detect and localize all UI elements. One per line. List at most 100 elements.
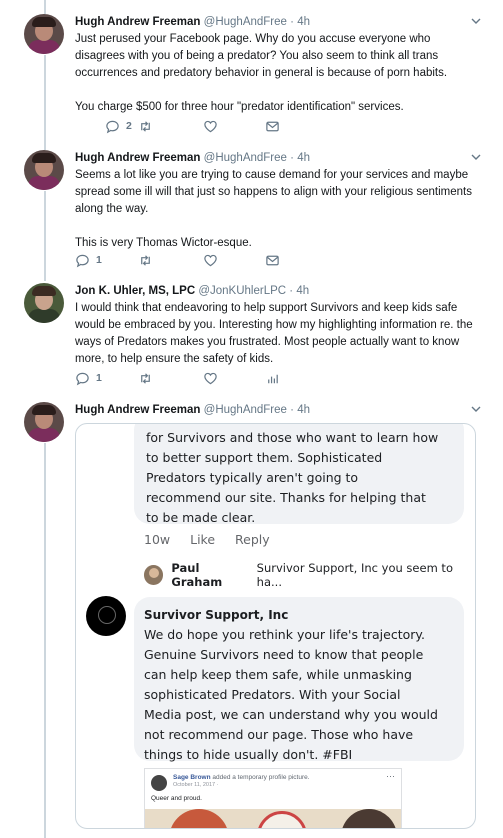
tweet-header: Jon K. Uhler, MS, LPC @JonKUhlerLPC · 4h — [75, 283, 483, 299]
author-name[interactable]: Hugh Andrew Freeman — [75, 404, 200, 416]
page-avatar — [86, 596, 126, 636]
retweet-button[interactable] — [138, 251, 153, 269]
like-icon — [204, 120, 217, 132]
comment-bubble: Survivor Support, Inc We do hope you ret… — [134, 597, 464, 762]
caret-down-icon[interactable] — [469, 402, 483, 416]
avatar — [144, 565, 164, 585]
thread-line — [44, 55, 46, 150]
reply-button[interactable]: 2 — [105, 117, 132, 135]
post-header: Sage Brown added a temporary profile pic… — [173, 773, 310, 782]
reply-icon — [76, 372, 89, 385]
reply-preview: Paul Graham Survivor Support, Inc you se… — [144, 561, 475, 589]
retweet-icon — [141, 254, 150, 266]
post-action: added a temporary profile picture. — [212, 774, 310, 781]
caret-down-icon[interactable] — [469, 150, 483, 164]
like-icon — [204, 254, 217, 266]
analytics-button[interactable] — [265, 369, 280, 387]
reply-count: 1 — [96, 372, 102, 384]
tweet-paragraph: You charge $500 for three hour "predator… — [75, 101, 404, 113]
like-button[interactable] — [203, 251, 218, 269]
tweet-paragraph: Seems a lot like you are trying to cause… — [75, 169, 472, 215]
comment-line: Predators typically aren't going to — [146, 470, 359, 485]
shared-post: Sage Brown added a temporary profile pic… — [144, 768, 402, 828]
retweet-icon — [141, 120, 150, 132]
comment-line: can help keep them safe, while unmasking — [144, 667, 412, 682]
embedded-image[interactable]: for Survivors and those who want to lear… — [75, 423, 476, 829]
tweet-text: Seems a lot like you are trying to cause… — [75, 167, 483, 252]
separator: · — [289, 285, 294, 297]
separator: · — [290, 404, 294, 416]
tweet-paragraph: Just perused your Facebook page. Why do … — [75, 33, 448, 79]
caret-down-icon[interactable] — [469, 14, 483, 28]
comment-line: Media post, we can understand why you wo… — [144, 707, 438, 722]
tweet-actions: 1 — [75, 369, 305, 387]
analytics-icon — [268, 374, 278, 383]
separator: · — [290, 16, 294, 28]
comment-line: not recommend our page. Those who have — [144, 727, 414, 742]
reply-icon — [76, 254, 89, 267]
reply-count: 2 — [126, 120, 132, 132]
reply-icon — [106, 120, 119, 133]
author-name[interactable]: Jon K. Uhler, MS, LPC — [75, 285, 195, 297]
author-handle[interactable]: @HughAndFree — [204, 16, 287, 28]
post-author: Sage Brown — [173, 774, 211, 781]
tweet-text: Just perused your Facebook page. Why do … — [75, 31, 483, 116]
retweet-button[interactable] — [138, 369, 153, 387]
page-name: Survivor Support, Inc — [144, 608, 289, 622]
tweet-actions: 1 — [75, 251, 305, 269]
tweet-header: Hugh Andrew Freeman @HughAndFree · 4h — [75, 14, 483, 30]
author-name[interactable]: Hugh Andrew Freeman — [75, 16, 200, 28]
tweet-actions: 2 — [75, 117, 305, 135]
avatar[interactable] — [24, 14, 64, 54]
comment-line: Genuine Survivors need to know that peop… — [144, 647, 424, 662]
avatar[interactable] — [24, 402, 64, 442]
retweet-icon — [141, 372, 150, 384]
comment-line: to be made clear. — [146, 510, 256, 525]
author-handle[interactable]: @JonKUhlerLPC — [198, 285, 286, 297]
tweet-header: Hugh Andrew Freeman @HughAndFree · 4h — [75, 150, 483, 166]
reply-author: Paul Graham — [171, 561, 223, 589]
tweet-paragraph: I would think that endeavoring to help s… — [75, 302, 473, 365]
author-name[interactable]: Hugh Andrew Freeman — [75, 152, 200, 164]
reply-button[interactable]: 1 — [75, 251, 102, 269]
comment-line: sophisticated Predators. With your Socia… — [144, 687, 401, 702]
like-button[interactable] — [203, 369, 218, 387]
tweet-header: Hugh Andrew Freeman @HughAndFree · 4h — [75, 402, 483, 418]
avatar — [151, 775, 167, 791]
comment-line: things to hide usually don't. #FBI — [144, 747, 353, 762]
tweet-text: I would think that endeavoring to help s… — [75, 300, 483, 368]
avatar[interactable] — [24, 150, 64, 190]
like-button[interactable] — [203, 117, 218, 135]
comment-line: recommend our site. Thanks for helping t… — [146, 490, 426, 505]
thread-line — [44, 0, 46, 14]
comment-line: We do hope you rethink your life's traje… — [144, 627, 425, 642]
author-handle[interactable]: @HughAndFree — [204, 152, 287, 164]
message-button[interactable] — [265, 251, 280, 269]
thread-line — [44, 443, 46, 838]
avatar[interactable] — [24, 283, 64, 323]
comment-line: for Survivors and those who want to lear… — [146, 430, 439, 445]
separator: · — [290, 152, 294, 164]
like-icon — [204, 372, 217, 384]
comment-meta: 10w Like Reply — [144, 532, 286, 547]
timestamp[interactable]: 4h — [297, 152, 310, 164]
reply-button[interactable]: 1 — [75, 369, 102, 387]
message-icon — [266, 255, 279, 265]
comment-line: to better support them. Sophisticated — [146, 450, 383, 465]
timestamp[interactable]: 4h — [296, 285, 309, 297]
timestamp[interactable]: 4h — [297, 16, 310, 28]
comment-bubble: for Survivors and those who want to lear… — [134, 424, 464, 525]
comment-time: 10w — [144, 532, 171, 547]
post-date: October 11, 2017 · — [173, 782, 219, 788]
message-button[interactable] — [265, 117, 280, 135]
message-icon — [266, 121, 279, 131]
comment-like: Like — [190, 532, 216, 547]
post-text: Queer and proud. — [151, 795, 202, 802]
comment-reply: Reply — [235, 532, 270, 547]
tweet-paragraph: This is very Thomas Wictor-esque. — [75, 237, 252, 249]
post-image — [145, 809, 401, 828]
retweet-button[interactable] — [138, 117, 153, 135]
author-handle[interactable]: @HughAndFree — [204, 404, 287, 416]
timestamp[interactable]: 4h — [297, 404, 310, 416]
reply-count: 1 — [96, 254, 102, 266]
